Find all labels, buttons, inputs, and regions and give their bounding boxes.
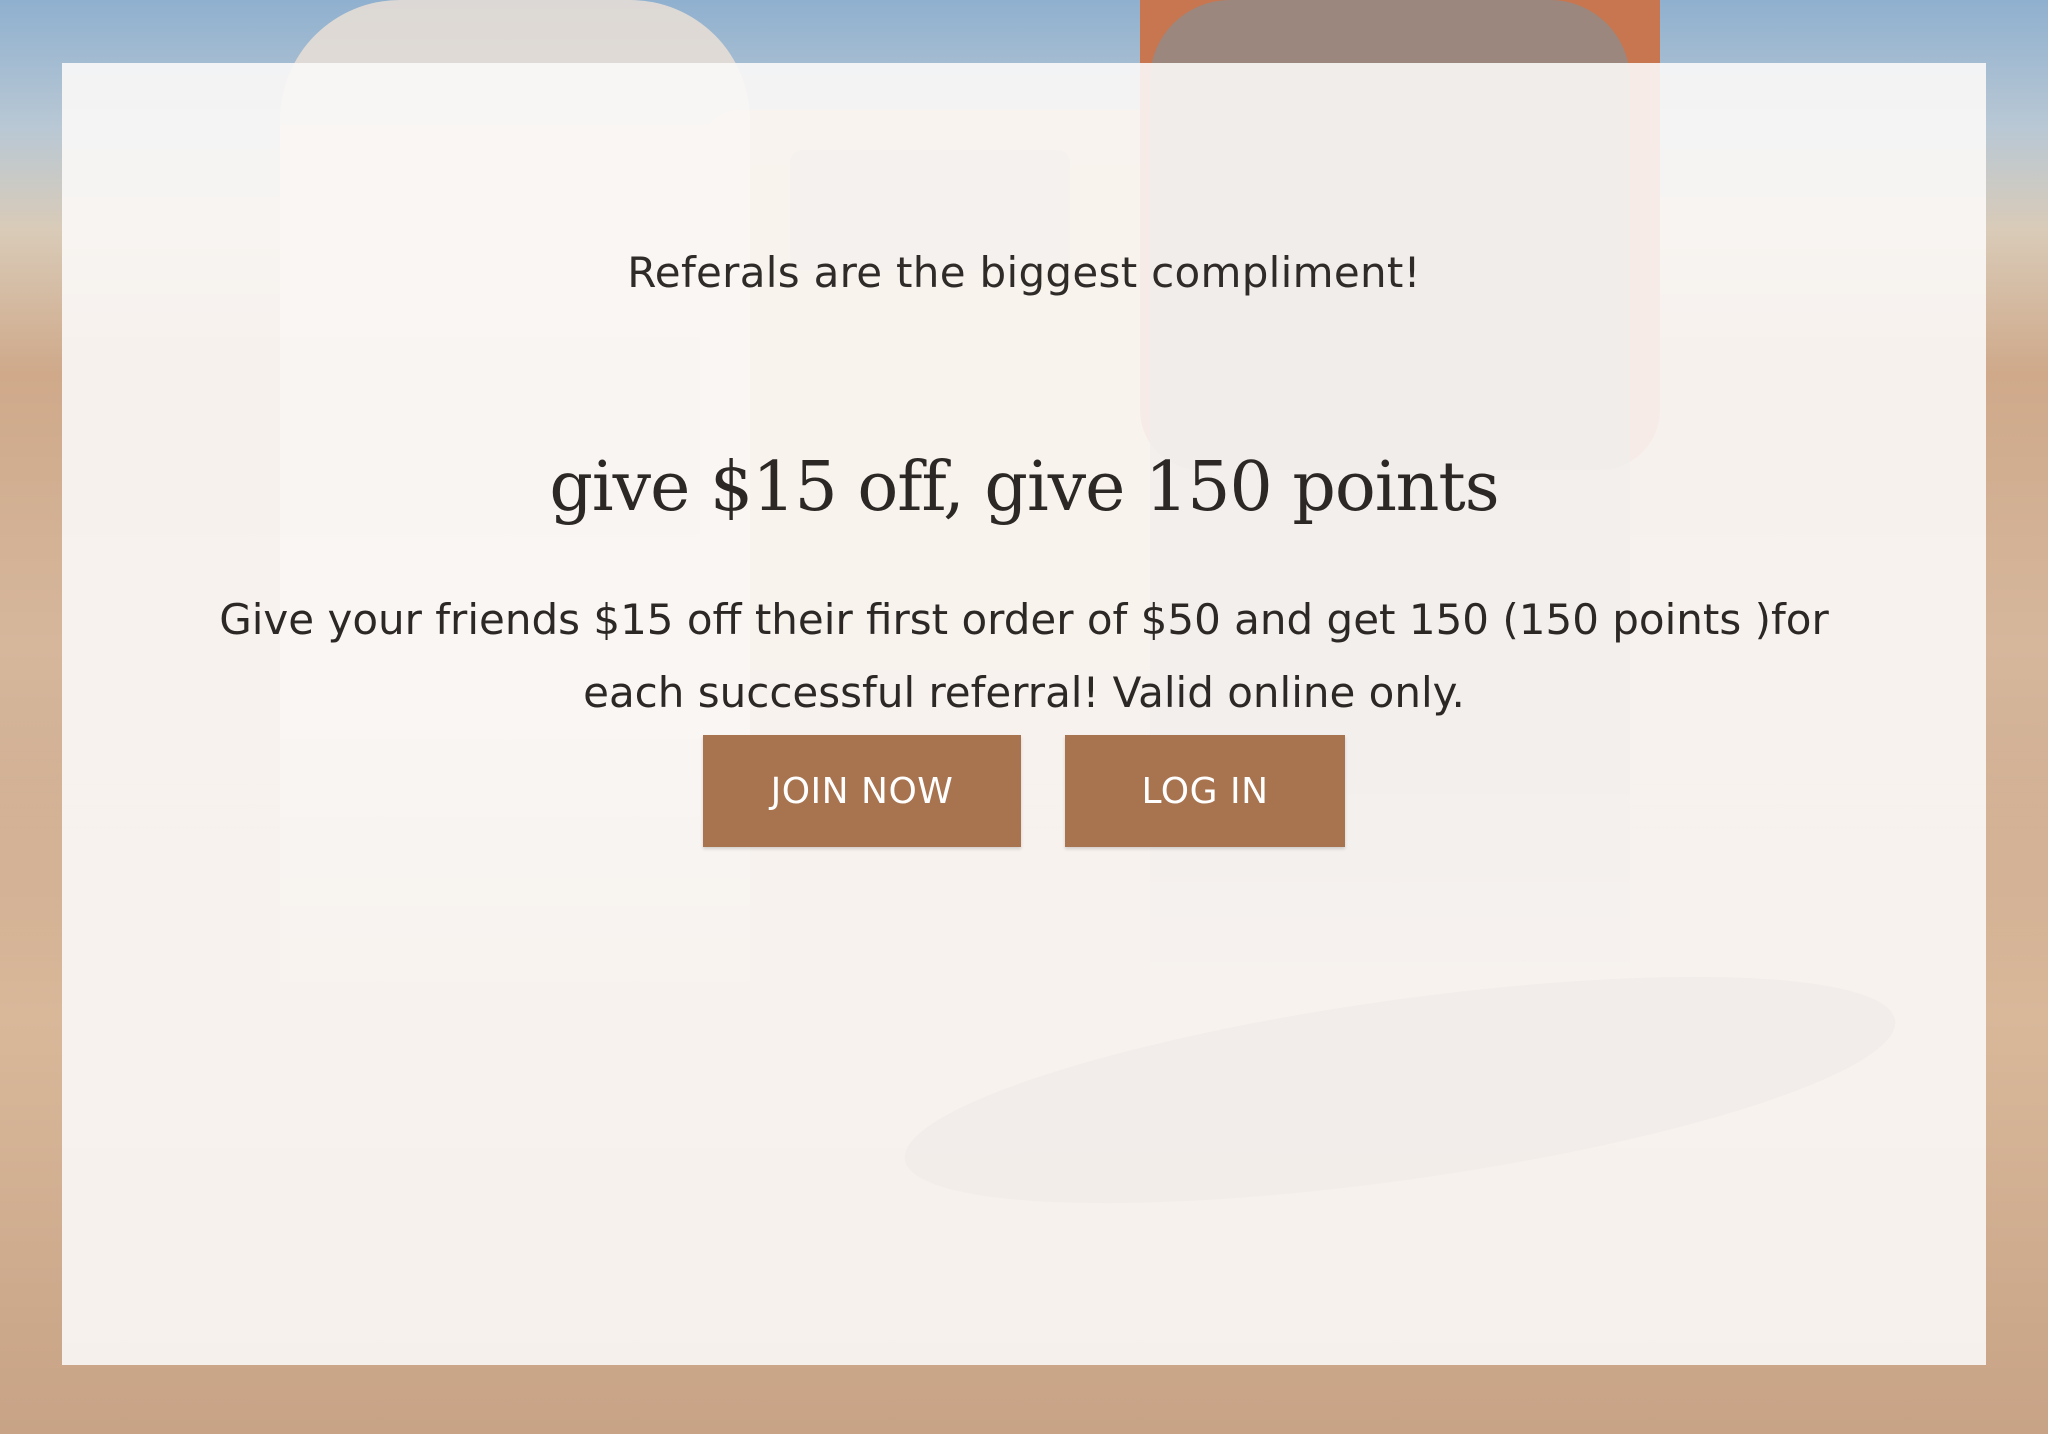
referral-subtitle: Referals are the biggest compliment!	[627, 248, 1421, 297]
join-now-button[interactable]: JOIN NOW	[703, 735, 1021, 847]
referral-description: Give your friends $15 off their first or…	[219, 595, 1829, 717]
referral-headline: give $15 off, give 150 points	[549, 448, 1499, 527]
referral-panel: Referals are the biggest compliment! giv…	[62, 63, 1986, 1365]
referral-actions: JOIN NOW LOG IN	[62, 735, 1986, 847]
log-in-button[interactable]: LOG IN	[1065, 735, 1345, 847]
